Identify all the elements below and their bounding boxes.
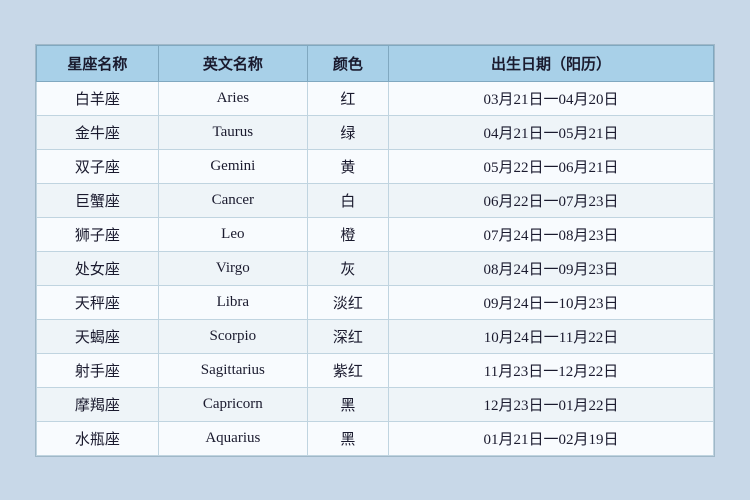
table-row: 白羊座Aries红03月21日一04月20日 (37, 81, 714, 115)
table-cell: 05月22日一06月21日 (389, 149, 714, 183)
table-row: 狮子座Leo橙07月24日一08月23日 (37, 217, 714, 251)
table-cell: Gemini (158, 149, 307, 183)
table-cell: 白 (307, 183, 388, 217)
table-row: 摩羯座Capricorn黑12月23日一01月22日 (37, 387, 714, 421)
table-cell: Leo (158, 217, 307, 251)
table-header-row: 星座名称 英文名称 颜色 出生日期（阳历） (37, 45, 714, 81)
zodiac-table: 星座名称 英文名称 颜色 出生日期（阳历） 白羊座Aries红03月21日一04… (36, 45, 714, 456)
table-cell: 双子座 (37, 149, 159, 183)
table-cell: Virgo (158, 251, 307, 285)
table-cell: 黑 (307, 421, 388, 455)
table-cell: Libra (158, 285, 307, 319)
table-row: 金牛座Taurus绿04月21日一05月21日 (37, 115, 714, 149)
table-cell: 淡红 (307, 285, 388, 319)
table-row: 水瓶座Aquarius黑01月21日一02月19日 (37, 421, 714, 455)
table-cell: 巨蟹座 (37, 183, 159, 217)
table-cell: 白羊座 (37, 81, 159, 115)
table-cell: 10月24日一11月22日 (389, 319, 714, 353)
table-row: 天蝎座Scorpio深红10月24日一11月22日 (37, 319, 714, 353)
table-cell: 绿 (307, 115, 388, 149)
table-cell: 09月24日一10月23日 (389, 285, 714, 319)
table-cell: 07月24日一08月23日 (389, 217, 714, 251)
table-cell: Aquarius (158, 421, 307, 455)
table-cell: 01月21日一02月19日 (389, 421, 714, 455)
table-cell: 橙 (307, 217, 388, 251)
table-row: 天秤座Libra淡红09月24日一10月23日 (37, 285, 714, 319)
table-cell: 06月22日一07月23日 (389, 183, 714, 217)
table-cell: 黑 (307, 387, 388, 421)
table-cell: 11月23日一12月22日 (389, 353, 714, 387)
table-row: 处女座Virgo灰08月24日一09月23日 (37, 251, 714, 285)
table-cell: 狮子座 (37, 217, 159, 251)
table-cell: 08月24日一09月23日 (389, 251, 714, 285)
table-cell: Taurus (158, 115, 307, 149)
zodiac-table-container: 星座名称 英文名称 颜色 出生日期（阳历） 白羊座Aries红03月21日一04… (35, 44, 715, 457)
table-row: 巨蟹座Cancer白06月22日一07月23日 (37, 183, 714, 217)
header-english: 英文名称 (158, 45, 307, 81)
header-date: 出生日期（阳历） (389, 45, 714, 81)
table-cell: 金牛座 (37, 115, 159, 149)
table-cell: Scorpio (158, 319, 307, 353)
table-cell: Aries (158, 81, 307, 115)
table-cell: Capricorn (158, 387, 307, 421)
table-cell: 处女座 (37, 251, 159, 285)
table-cell: 红 (307, 81, 388, 115)
header-color: 颜色 (307, 45, 388, 81)
table-cell: Sagittarius (158, 353, 307, 387)
table-row: 射手座Sagittarius紫红11月23日一12月22日 (37, 353, 714, 387)
table-cell: 天秤座 (37, 285, 159, 319)
table-body: 白羊座Aries红03月21日一04月20日金牛座Taurus绿04月21日一0… (37, 81, 714, 455)
header-chinese: 星座名称 (37, 45, 159, 81)
table-cell: 04月21日一05月21日 (389, 115, 714, 149)
table-cell: 摩羯座 (37, 387, 159, 421)
table-cell: 深红 (307, 319, 388, 353)
table-cell: Cancer (158, 183, 307, 217)
table-row: 双子座Gemini黄05月22日一06月21日 (37, 149, 714, 183)
table-cell: 12月23日一01月22日 (389, 387, 714, 421)
table-cell: 紫红 (307, 353, 388, 387)
table-cell: 天蝎座 (37, 319, 159, 353)
table-cell: 射手座 (37, 353, 159, 387)
table-cell: 03月21日一04月20日 (389, 81, 714, 115)
table-cell: 灰 (307, 251, 388, 285)
table-cell: 水瓶座 (37, 421, 159, 455)
table-cell: 黄 (307, 149, 388, 183)
